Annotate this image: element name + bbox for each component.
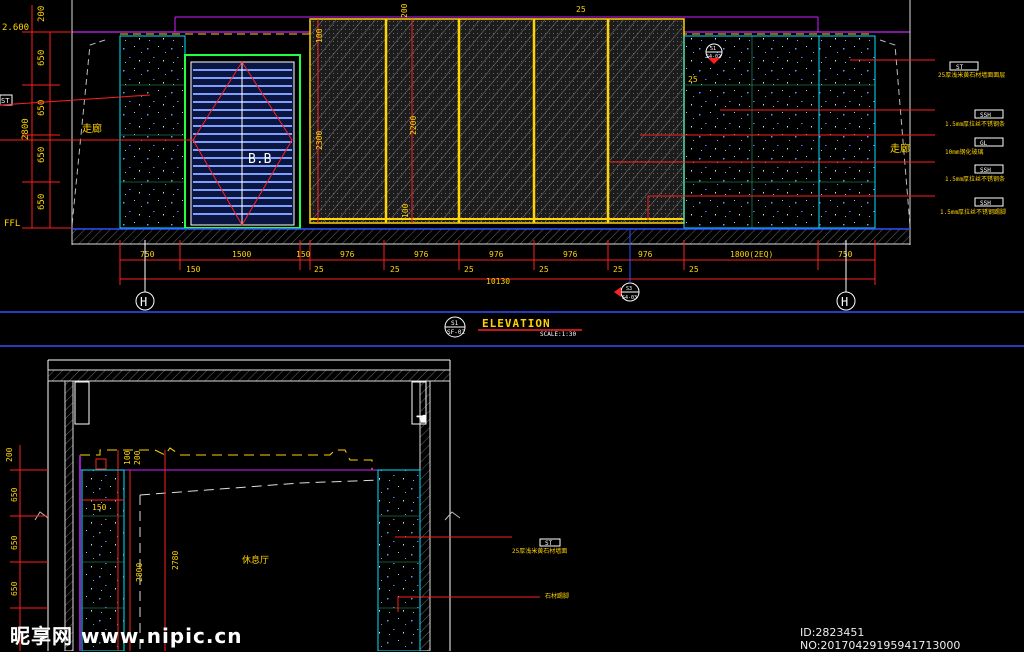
left-dim-3: 650 [37, 147, 47, 163]
inner-dim-3: 100 [401, 203, 410, 218]
bottom-dim-4: 976 [414, 250, 429, 259]
bottom-dim-8: 1800(2EQ) [730, 250, 773, 259]
callout-0-code: ST [956, 64, 964, 71]
bottom-sub-dim-4: 25 [539, 265, 549, 274]
section-inner-dim-3: 2780 [171, 551, 180, 570]
top-dim-0: 200 [400, 3, 409, 18]
room-label: 休息厅 [242, 554, 269, 566]
section-inner-dim-2: 2800 [135, 563, 144, 582]
bottom-sub-dim-1: 25 [314, 265, 324, 274]
cad-drawing: B.B 走廊 走廊 200 650 650 650 650 2800 2.600… [0, 0, 1024, 651]
section-dim-150: 150 [92, 503, 107, 512]
elevation-title: ELEVATION [482, 317, 551, 330]
hand-cursor-icon: ☚ [416, 409, 427, 430]
callout-2-code: GL [980, 140, 988, 147]
inner-dim-2: 2200 [409, 116, 418, 135]
bottom-dim-6: 976 [563, 250, 578, 259]
left-total: 2800 [21, 118, 31, 140]
callout-3-code: SSH [980, 167, 991, 174]
grid-label-left: H [140, 295, 147, 309]
left-tag-code: ST [1, 97, 10, 105]
detail-tag-top: S1 [710, 46, 716, 52]
level-top: 2.600 [2, 23, 29, 33]
bottom-dim-9: 750 [838, 250, 853, 259]
watermark-logo: 昵享网 www.nipic.cn [10, 624, 243, 648]
callout-list: ST 25厚浅米黄石材墙面面层 SSH 1.5mm厚拉丝不锈钢条 GL 10mm… [938, 61, 1006, 216]
inner-dim-1: 2300 [315, 131, 324, 150]
grid-label-right: H [841, 295, 848, 309]
bottom-sub-dim-2: 25 [390, 265, 400, 274]
top-dim-1: 25 [576, 5, 586, 14]
bottom-dim-3: 976 [340, 250, 355, 259]
corridor-left-label: 走廊 [82, 122, 102, 135]
level-floor: FFL [4, 219, 20, 229]
left-dim-4: 650 [37, 194, 47, 210]
callout-4-code: SSH [980, 200, 991, 207]
bottom-dim-2: 150 [296, 250, 311, 259]
watermark-id: ID:2823451 NO:20170429195941713000 [800, 626, 961, 652]
section-inner-dim-1: 200 [133, 450, 142, 465]
side-dim: 25 [688, 75, 698, 84]
bottom-dim-7: 976 [638, 250, 653, 259]
left-dim-0: 200 [37, 6, 47, 22]
section-left-dim-3: 650 [10, 581, 19, 596]
door-label: B.B [248, 152, 272, 167]
elevation-scale: SCALE:1:30 [540, 331, 577, 338]
callout-2-text: 10mm钢化玻璃 [945, 148, 983, 156]
bottom-dim-1: 1500 [232, 250, 251, 259]
bottom-sub-dim-3: 25 [464, 265, 474, 274]
section-callout-0-code: ST [545, 540, 553, 547]
section-left-dim-0: 200 [5, 447, 14, 462]
title-tag-bottom: SF-02 [447, 329, 465, 336]
total-dim: 10130 [486, 277, 510, 286]
callout-0-text: 25厚浅米黄石材墙面面层 [938, 71, 1005, 79]
section-tag-top: S3 [626, 286, 632, 292]
left-dim-1: 650 [37, 50, 47, 66]
section-callout-1-text: 石材踢脚 [545, 592, 569, 600]
callout-3-text: 1.5mm厚拉丝不锈钢条 [945, 175, 1005, 183]
elevation-drawing: B.B 走廊 走廊 200 650 650 650 650 2800 2.600… [0, 0, 1024, 338]
section-left-dim-1: 650 [10, 487, 19, 502]
corridor-right-label: 走廊 [890, 142, 910, 155]
section-callout-0-text: 25厚浅米黄石材墙面 [512, 547, 567, 555]
inner-dim-0: 100 [315, 28, 324, 43]
section-inner-dim-0: 100 [123, 450, 132, 465]
bottom-sub-dim-6: 25 [689, 265, 699, 274]
section-tag-bottom: S4-03 [622, 295, 637, 301]
bottom-dim-5: 976 [489, 250, 504, 259]
callout-1-code: SSH [980, 112, 991, 119]
title-tag-top: S1 [451, 320, 459, 327]
callout-1-text: 1.5mm厚拉丝不锈钢条 [945, 120, 1005, 128]
bottom-sub-dim-0: 150 [186, 265, 201, 274]
bottom-sub-dim-5: 25 [613, 265, 623, 274]
callout-4-text: 1.5mm厚拉丝不锈钢踢脚 [940, 208, 1006, 216]
section-left-dim-2: 650 [10, 535, 19, 550]
bottom-dim-0: 750 [140, 250, 155, 259]
section-drawing: ☚ 200 650 650 650 100 200 2800 2780 150 … [0, 345, 1024, 651]
